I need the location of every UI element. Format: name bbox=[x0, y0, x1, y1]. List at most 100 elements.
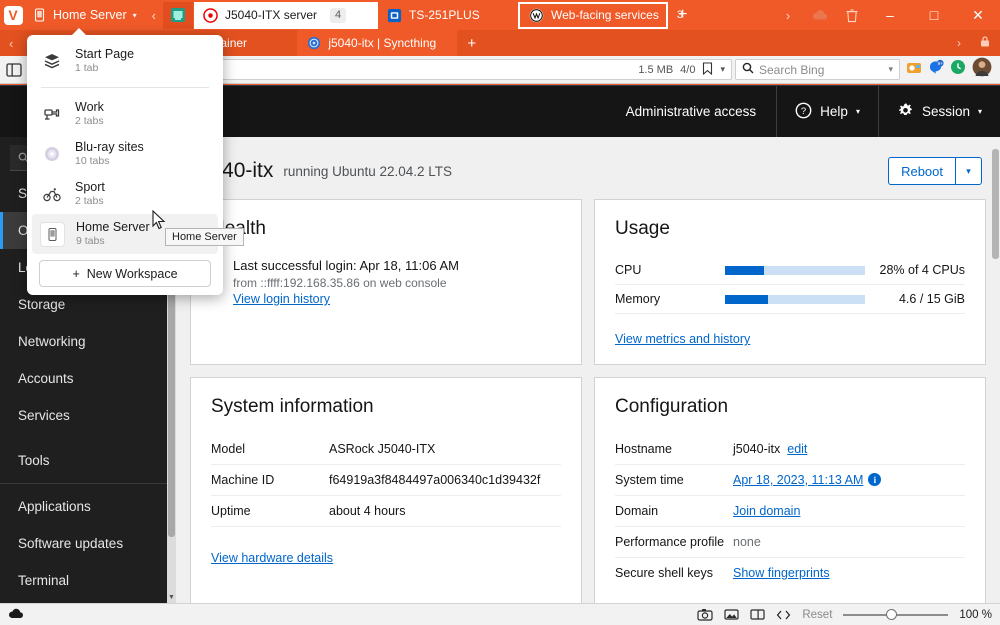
sidebar-item-networking[interactable]: Networking bbox=[0, 323, 176, 360]
system-time-link[interactable]: Apr 18, 2023, 11:13 AM bbox=[733, 473, 863, 487]
zoom-level-label: 100 % bbox=[959, 609, 992, 621]
sidebar-item-software-updates[interactable]: Software updates bbox=[0, 525, 176, 562]
content-scrollbar[interactable] bbox=[991, 137, 1000, 603]
overview-cards-grid: Health Last successful login: Apr 18, 11… bbox=[190, 199, 986, 603]
cloud-icon[interactable] bbox=[804, 0, 836, 30]
view-metrics-link[interactable]: View metrics and history bbox=[615, 332, 750, 346]
photo-extension-icon[interactable] bbox=[906, 59, 922, 80]
image-toggle-icon[interactable] bbox=[724, 608, 739, 621]
info-key: System time bbox=[615, 473, 733, 487]
workspace-name: Start Page bbox=[75, 47, 134, 62]
green-extension-icon[interactable] bbox=[950, 59, 966, 80]
maximize-button[interactable]: □ bbox=[912, 0, 956, 30]
info-value: none bbox=[733, 535, 761, 549]
tab-strip-row1: J5040-ITX server 4 TS-251PLUS Web-facing… bbox=[163, 0, 772, 30]
info-icon[interactable]: i bbox=[868, 473, 881, 486]
messenger-extension-icon[interactable]: 9+ bbox=[928, 59, 944, 80]
usage-row-memory: Memory 4.6 / 15 GiB bbox=[615, 285, 965, 314]
page-header: j5040-itx running Ubuntu 22.04.2 LTS Reb… bbox=[190, 149, 986, 199]
sidebar-item-terminal[interactable]: Terminal bbox=[0, 562, 176, 599]
close-button[interactable]: ✕ bbox=[956, 0, 1000, 30]
last-login-source: from ::ffff:192.168.35.86 on web console bbox=[233, 276, 459, 290]
panel-toggle-icon[interactable] bbox=[0, 56, 28, 84]
usage-card-title: Usage bbox=[615, 218, 965, 240]
sidebar-item-accounts[interactable]: Accounts bbox=[0, 360, 176, 397]
workspace-name: Home Server bbox=[76, 220, 150, 235]
workspace-tab-count: 1 tab bbox=[75, 62, 134, 75]
tab-row2-forward-chevron-icon[interactable]: › bbox=[948, 36, 970, 50]
session-menu-button[interactable]: Session ▾ bbox=[878, 86, 1000, 138]
wordpress-icon bbox=[529, 8, 544, 23]
capture-page-icon[interactable] bbox=[697, 608, 713, 621]
last-login-text: Last successful login: Apr 18, 11:06 AM bbox=[233, 256, 459, 276]
sidebar-section-tools: Tools bbox=[0, 442, 176, 479]
cloud-sync-icon[interactable] bbox=[8, 608, 24, 622]
workspace-item-start-page[interactable]: Start Page 1 tab bbox=[27, 41, 223, 81]
pinned-tab[interactable] bbox=[163, 2, 193, 29]
chevron-down-icon: ▾ bbox=[978, 107, 982, 116]
hostname-edit-link[interactable]: edit bbox=[787, 442, 807, 456]
chevron-down-icon: ▾ bbox=[856, 107, 860, 116]
lock-icon[interactable] bbox=[970, 35, 1000, 51]
usage-label-cpu: CPU bbox=[615, 263, 725, 277]
chevron-down-icon[interactable]: ▾ bbox=[720, 64, 725, 75]
minimize-button[interactable]: – bbox=[868, 0, 912, 30]
reboot-button[interactable]: Reboot ▾ bbox=[888, 157, 982, 185]
view-login-history-link[interactable]: View login history bbox=[233, 292, 330, 306]
info-key: Secure shell keys bbox=[615, 566, 733, 580]
chevron-down-icon[interactable]: ▾ bbox=[955, 158, 981, 184]
zoom-slider-knob[interactable] bbox=[886, 609, 897, 620]
avatar[interactable] bbox=[972, 57, 992, 82]
tab-stack-web-facing-services[interactable]: Web-facing services 3 bbox=[518, 2, 668, 29]
bicycle-icon bbox=[40, 182, 64, 206]
workspace-item-blu-ray-sites[interactable]: Blu-ray sites 10 tabs bbox=[27, 134, 223, 174]
tab-label: Web-facing services bbox=[551, 8, 659, 22]
info-value: ASRock J5040-ITX bbox=[329, 442, 435, 456]
search-input[interactable]: Search Bing ▾ bbox=[735, 59, 900, 80]
workspace-name: Work bbox=[75, 100, 104, 115]
system-info-row-machine-id: Machine ID f64919a3f8484497a006340c1d394… bbox=[211, 465, 561, 496]
zoom-reset-button[interactable]: Reset bbox=[802, 609, 832, 621]
scroll-down-arrow-icon[interactable]: ▼ bbox=[167, 593, 176, 603]
view-hardware-details-link[interactable]: View hardware details bbox=[211, 551, 333, 565]
trash-icon[interactable] bbox=[836, 0, 868, 30]
configuration-card: Configuration Hostname j5040-itx edit Sy… bbox=[594, 377, 986, 603]
new-workspace-button[interactable]: + New Workspace bbox=[39, 260, 211, 287]
cockpit-content: j5040-itx running Ubuntu 22.04.2 LTS Reb… bbox=[176, 137, 1000, 603]
content-scroll-thumb[interactable] bbox=[992, 149, 999, 259]
tab-j5040-itx-server[interactable]: J5040-ITX server 4 bbox=[194, 2, 378, 29]
developer-tools-icon[interactable] bbox=[776, 609, 791, 621]
help-menu-button[interactable]: ? Help ▾ bbox=[776, 86, 878, 138]
url-meta: 1.5 MB 4/0 ▾ bbox=[638, 62, 725, 78]
browser-window: V Home Server ▾ ‹ J5040-ITX server 4 TS-… bbox=[0, 0, 1000, 625]
help-icon: ? bbox=[795, 102, 812, 122]
memory-usage-bar bbox=[725, 295, 865, 304]
chevron-down-icon[interactable]: ▾ bbox=[888, 64, 893, 75]
tab-scroll-back-button[interactable]: ‹ bbox=[145, 8, 163, 23]
overflow-chevron-icon[interactable]: › bbox=[772, 0, 804, 30]
workspace-item-work[interactable]: Work 2 tabs bbox=[27, 94, 223, 134]
sidebar-item-applications[interactable]: Applications bbox=[0, 488, 176, 525]
sidebar-item-services[interactable]: Services bbox=[0, 397, 176, 434]
administrative-access-button[interactable]: Administrative access bbox=[606, 86, 777, 138]
workspace-dropdown-menu: Start Page 1 tab Work 2 tabs Blu-ray sit… bbox=[27, 35, 223, 295]
bookmark-icon[interactable] bbox=[702, 62, 713, 78]
new-tab-button-row2[interactable]: + bbox=[457, 36, 486, 51]
tab-ts-251plus[interactable]: TS-251PLUS bbox=[378, 2, 518, 29]
disc-icon bbox=[40, 142, 64, 166]
tiling-icon[interactable] bbox=[750, 608, 765, 621]
workspace-selector-button[interactable]: Home Server ▾ bbox=[26, 0, 145, 30]
info-value: f64919a3f8484497a006340c1d39432f bbox=[329, 473, 540, 487]
tab-j5040-itx-syncthing[interactable]: j5040-itx | Syncthing bbox=[297, 30, 457, 56]
cockpit-icon bbox=[203, 8, 218, 23]
tab-stack-count-badge: 3 bbox=[672, 8, 688, 23]
zoom-slider[interactable] bbox=[843, 609, 948, 621]
workspace-item-sport[interactable]: Sport 2 tabs bbox=[27, 174, 223, 214]
config-row-performance-profile: Performance profile none bbox=[615, 527, 965, 558]
show-fingerprints-link[interactable]: Show fingerprints bbox=[733, 566, 830, 580]
system-information-title: System information bbox=[211, 396, 561, 418]
join-domain-link[interactable]: Join domain bbox=[733, 504, 800, 518]
usage-label-memory: Memory bbox=[615, 292, 725, 306]
vivaldi-logo[interactable]: V bbox=[0, 0, 26, 30]
tab-row2-back-button[interactable]: ‹ bbox=[0, 36, 22, 51]
